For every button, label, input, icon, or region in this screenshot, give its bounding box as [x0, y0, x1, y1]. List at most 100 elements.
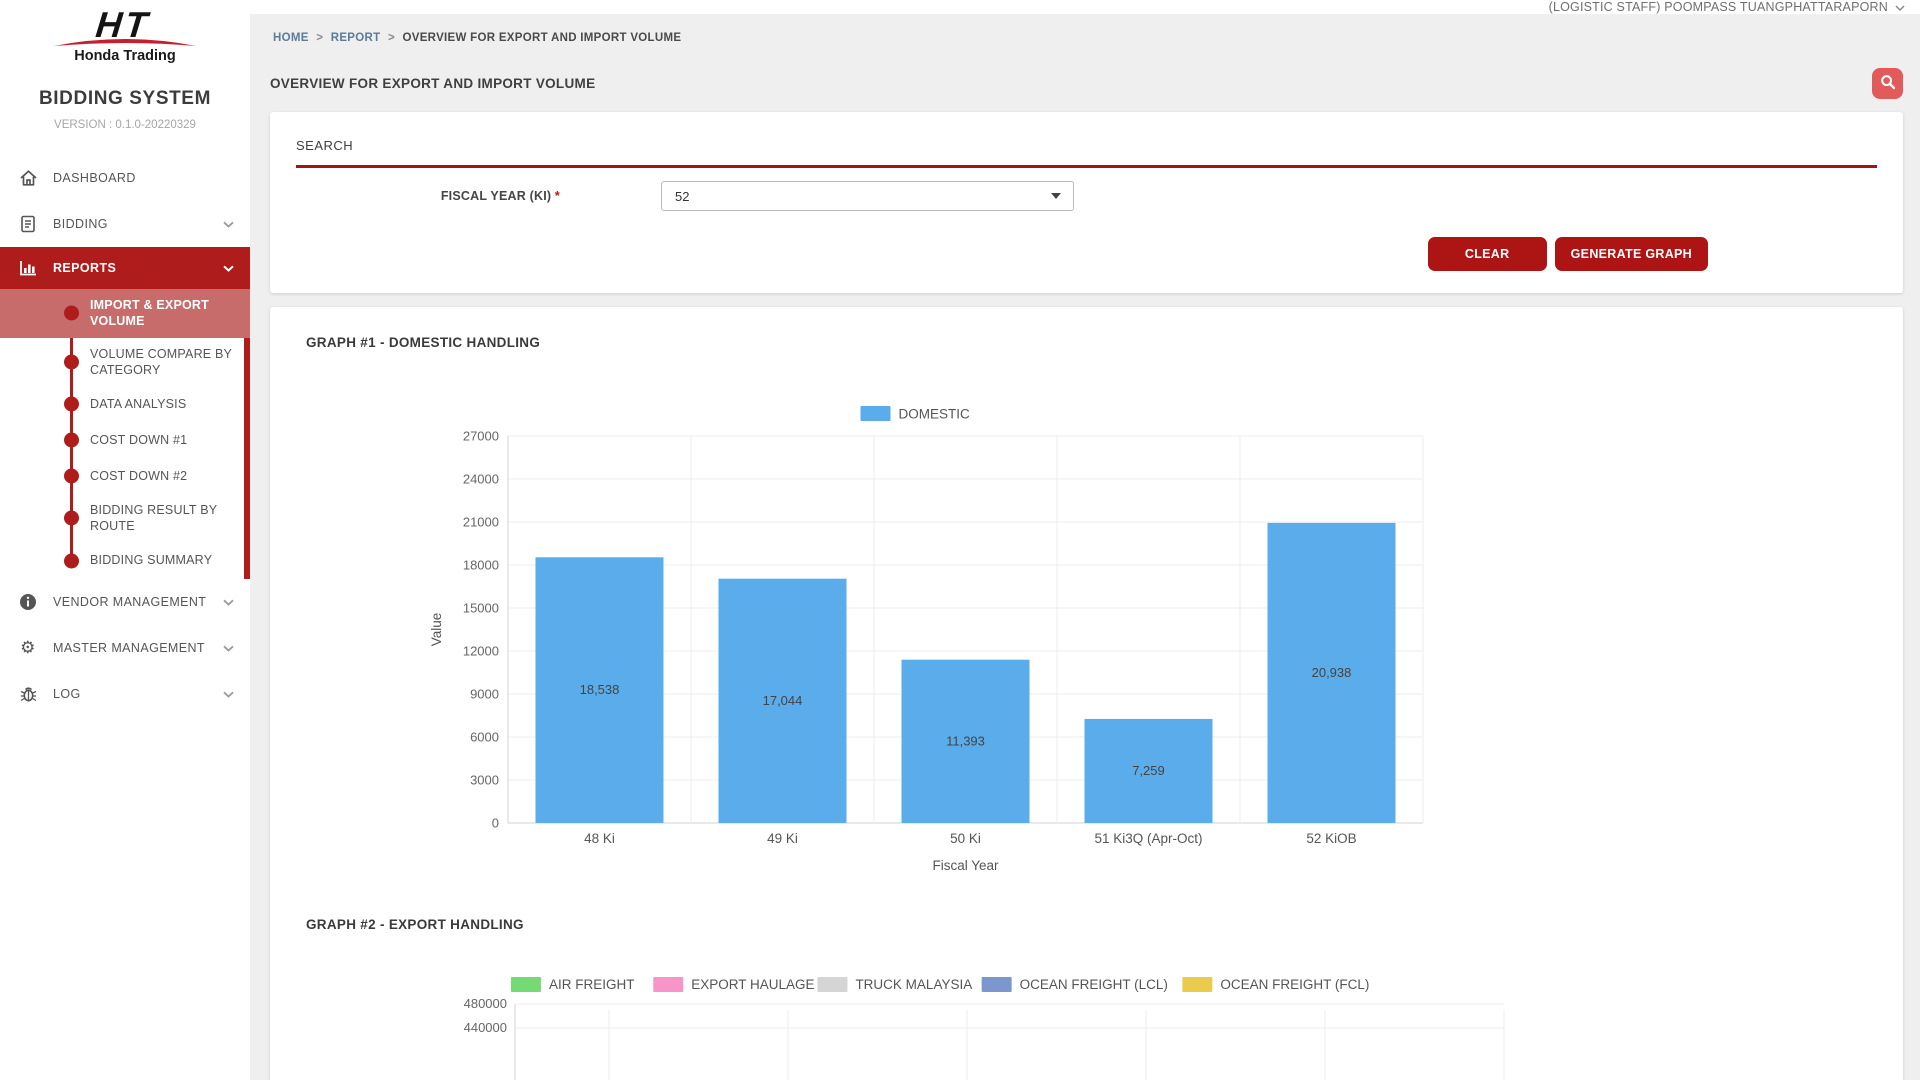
chevron-down-icon: [223, 217, 234, 231]
svg-text:49 Ki: 49 Ki: [767, 831, 798, 846]
user-menu[interactable]: (LOGISTIC STAFF) POOMPASS TUANGPHATTARAP…: [1549, 0, 1905, 14]
svg-text:17,044: 17,044: [763, 693, 803, 708]
chevron-down-icon: [223, 595, 234, 609]
sidebar-nav: DASHBOARD BIDDING: [0, 155, 250, 717]
chevron-down-icon: [223, 261, 234, 275]
sidebar: HT Honda Trading BIDDING SYSTEM VERSION …: [0, 0, 250, 1080]
fiscal-year-form-row: FISCAL YEAR (KI) * 52: [296, 181, 1877, 211]
sidebar-item-reports[interactable]: REPORTS: [0, 247, 250, 289]
svg-text:TRUCK MALAYSIA: TRUCK MALAYSIA: [855, 977, 972, 992]
svg-text:6000: 6000: [470, 730, 499, 745]
submenu-item-label: BIDDING SUMMARY: [90, 552, 212, 568]
submenu-item-label: COST DOWN #1: [90, 432, 187, 448]
reports-submenu-item-4[interactable]: COST DOWN #2: [0, 458, 250, 494]
generate-graph-button[interactable]: GENERATE GRAPH: [1555, 237, 1708, 271]
submenu-dot-icon: [64, 397, 79, 412]
export-handling-bar-chart: AIR FREIGHT EXPORT HAULAGE TRUCK MALAYSIA O…: [415, 972, 1685, 1080]
submenu-dot-icon: [64, 553, 79, 568]
reports-submenu: IMPORT & EXPORT VOLUME VOLUME COMPARE BY …: [0, 289, 250, 579]
submenu-dot-icon: [64, 306, 79, 321]
reports-submenu-item-1[interactable]: VOLUME COMPARE BY CATEGORY: [0, 338, 250, 387]
fiscal-year-label: FISCAL YEAR (KI) *: [296, 189, 560, 203]
honda-trading-logo: HT Honda Trading: [0, 0, 250, 64]
svg-text:21000: 21000: [463, 515, 499, 530]
svg-text:51 Ki3Q (Apr-Oct): 51 Ki3Q (Apr-Oct): [1094, 831, 1202, 846]
sidebar-item-log[interactable]: LOG: [0, 671, 250, 717]
svg-text:AIR FREIGHT: AIR FREIGHT: [549, 977, 635, 992]
sidebar-item-dashboard[interactable]: DASHBOARD: [0, 155, 250, 201]
legend-swatch-ocean-freight-lcl-: [982, 977, 1012, 992]
gear-icon: ⚙: [16, 639, 40, 656]
svg-text:20,938: 20,938: [1312, 665, 1352, 680]
document-icon: [16, 215, 40, 233]
svg-text:52 KiOB: 52 KiOB: [1306, 831, 1356, 846]
svg-text:480000: 480000: [464, 996, 507, 1011]
sidebar-item-label: LOG: [53, 687, 81, 701]
legend-swatch-truck-malaysia: [817, 977, 847, 992]
ht-logo-mark: HT: [40, 6, 210, 52]
reports-submenu-item-6[interactable]: BIDDING SUMMARY: [0, 543, 250, 579]
domestic-handling-bar-chart: DOMESTIC03000600090001200015000180002100…: [423, 396, 1433, 876]
user-chevron-icon: [1895, 0, 1905, 14]
app-title: BIDDING SYSTEM: [0, 88, 250, 110]
svg-text:OCEAN FREIGHT (LCL): OCEAN FREIGHT (LCL): [1020, 977, 1168, 992]
svg-text:18,538: 18,538: [580, 682, 620, 697]
search-panel-heading: SEARCH: [296, 138, 1877, 153]
search-panel: SEARCH FISCAL YEAR (KI) * 52 CLEAR GENER…: [270, 112, 1903, 293]
svg-text:18000: 18000: [463, 558, 499, 573]
reports-submenu-item-2[interactable]: DATA ANALYSIS: [0, 386, 250, 422]
search-icon: [1880, 74, 1896, 93]
svg-text:24000: 24000: [463, 472, 499, 487]
sidebar-item-label: MASTER MANAGEMENT: [53, 641, 205, 655]
search-actions: CLEAR GENERATE GRAPH: [296, 237, 1708, 271]
submenu-item-label: DATA ANALYSIS: [90, 396, 186, 412]
submenu-item-label: VOLUME COMPARE BY CATEGORY: [90, 346, 232, 379]
reports-submenu-item-3[interactable]: COST DOWN #1: [0, 422, 250, 458]
sidebar-item-label: REPORTS: [53, 261, 116, 275]
search-toggle-button[interactable]: [1872, 68, 1903, 99]
app-version: VERSION : 0.1.0-20220329: [0, 119, 250, 131]
app-window: HT Honda Trading BIDDING SYSTEM VERSION …: [0, 0, 1920, 1080]
svg-text:50 Ki: 50 Ki: [950, 831, 981, 846]
submenu-item-label: IMPORT & EXPORT VOLUME: [90, 297, 232, 330]
submenu-item-label: COST DOWN #2: [90, 468, 187, 484]
sidebar-item-master-management[interactable]: ⚙ MASTER MANAGEMENT: [0, 625, 250, 671]
logo-subtitle: Honda Trading: [0, 48, 250, 64]
sidebar-item-label: DASHBOARD: [53, 171, 136, 185]
reports-submenu-item-0[interactable]: IMPORT & EXPORT VOLUME: [0, 289, 250, 338]
submenu-dot-icon: [64, 469, 79, 484]
svg-text:OCEAN FREIGHT (FCL): OCEAN FREIGHT (FCL): [1220, 977, 1369, 992]
chevron-down-icon: [223, 641, 234, 655]
charts-panel: GRAPH #1 - DOMESTIC HANDLING DOMESTIC030…: [270, 307, 1903, 1080]
svg-text:EXPORT HAULAGE: EXPORT HAULAGE: [691, 977, 814, 992]
sidebar-item-bidding[interactable]: BIDDING: [0, 201, 250, 247]
svg-text:7,259: 7,259: [1132, 763, 1165, 778]
submenu-item-label: BIDDING RESULT BY ROUTE: [90, 502, 232, 535]
svg-text:11,393: 11,393: [946, 733, 985, 748]
legend-swatch-domestic: [861, 406, 891, 421]
title-row: OVERVIEW FOR EXPORT AND IMPORT VOLUME: [270, 68, 1903, 99]
submenu-dot-icon: [64, 511, 79, 526]
graph1-chart-wrap: DOMESTIC03000600090001200015000180002100…: [423, 396, 1867, 881]
page-content: HOME > REPORT > OVERVIEW FOR EXPORT AND …: [250, 14, 1920, 1080]
svg-text:3000: 3000: [470, 773, 499, 788]
breadcrumb-report-link[interactable]: REPORT: [331, 32, 381, 44]
reports-submenu-item-5[interactable]: BIDDING RESULT BY ROUTE: [0, 494, 250, 543]
sidebar-item-label: BIDDING: [53, 217, 108, 231]
svg-text:48 Ki: 48 Ki: [584, 831, 615, 846]
search-panel-underline: [296, 165, 1877, 168]
svg-text:12000: 12000: [463, 644, 499, 659]
breadcrumb-separator: >: [316, 32, 323, 44]
sidebar-item-vendor-management[interactable]: VENDOR MANAGEMENT: [0, 579, 250, 625]
main-area: (LOGISTIC STAFF) POOMPASS TUANGPHATTARAP…: [250, 0, 1920, 1080]
bar-chart-icon: [16, 259, 40, 277]
graph2-title: GRAPH #2 - EXPORT HANDLING: [306, 917, 1867, 932]
legend-swatch-export-haulage: [653, 977, 683, 992]
topbar: (LOGISTIC STAFF) POOMPASS TUANGPHATTARAP…: [250, 0, 1920, 14]
breadcrumb-home-link[interactable]: HOME: [273, 32, 309, 44]
clear-button[interactable]: CLEAR: [1428, 237, 1547, 271]
fiscal-year-select[interactable]: 52: [661, 181, 1074, 211]
graph2-chart-wrap: AIR FREIGHT EXPORT HAULAGE TRUCK MALAYSIA O…: [415, 972, 1867, 1080]
breadcrumb-separator: >: [388, 32, 395, 44]
bug-icon: [16, 685, 40, 703]
